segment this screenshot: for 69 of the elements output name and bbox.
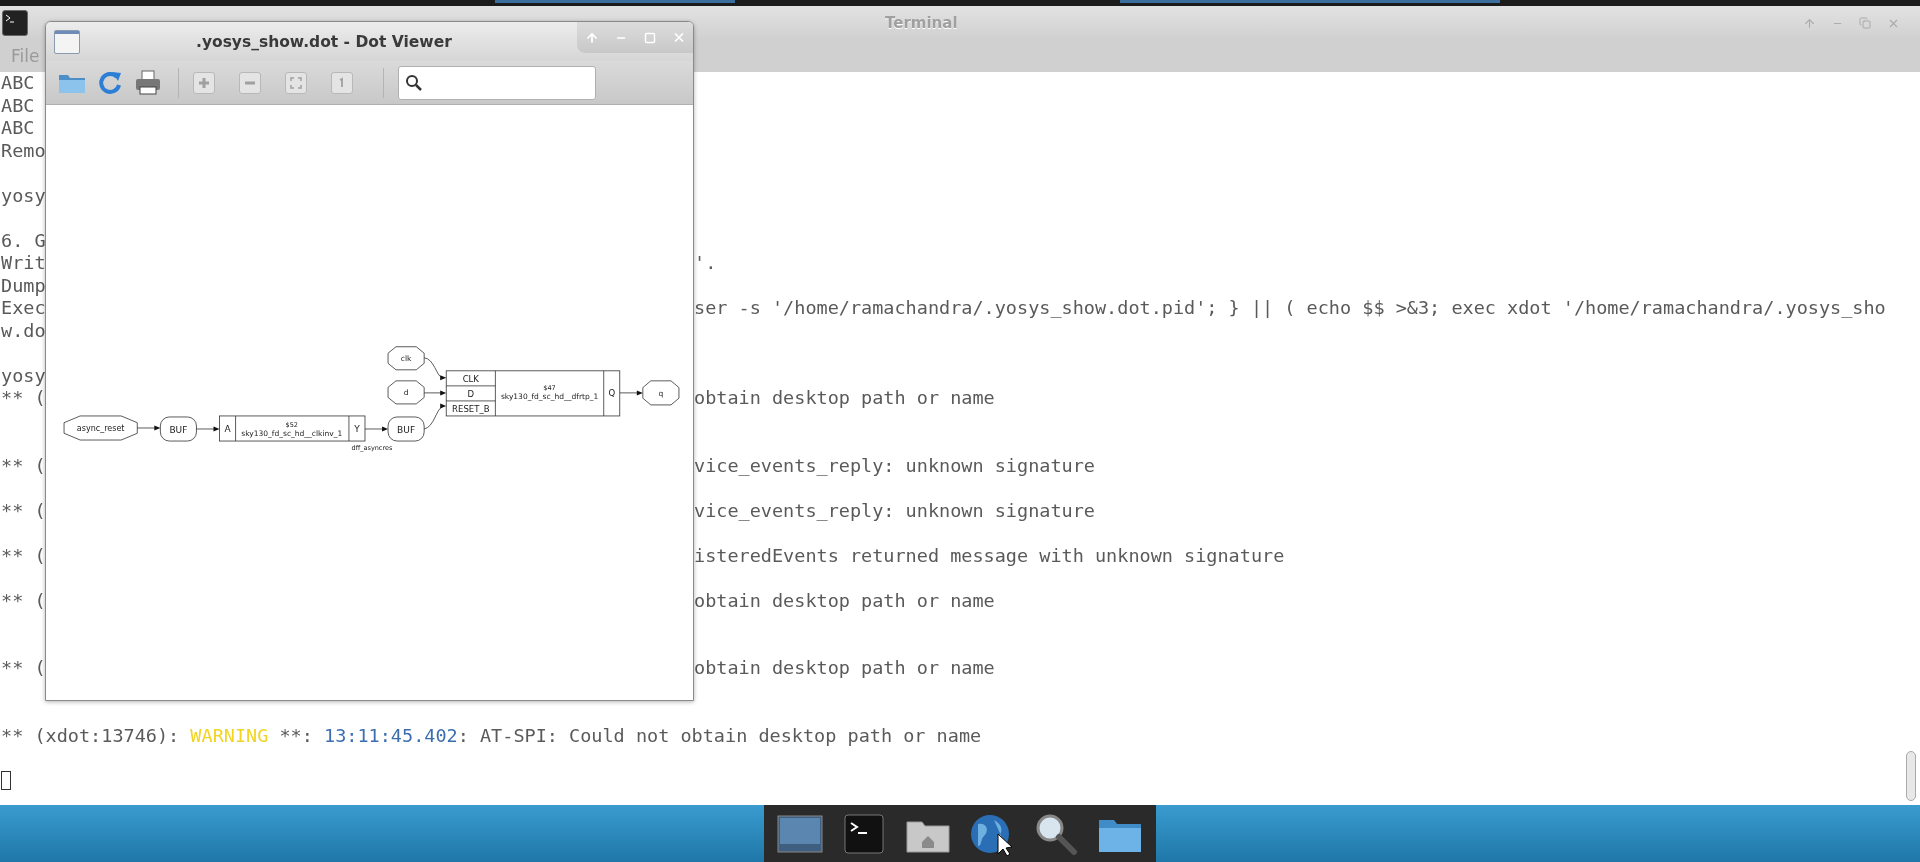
- terminal-line: isteredEvents returned message with unknown signature: [694, 544, 1285, 567]
- terminal-line: Remo: [1, 139, 46, 162]
- zoom-fit-button[interactable]: [285, 71, 307, 94]
- pin-label: CLK: [462, 374, 479, 384]
- terminal-line: Writ: [1, 252, 46, 275]
- connector-arrow: [423, 357, 447, 381]
- terminal-text: ** (xdot:13746):: [1, 724, 181, 746]
- window-icon[interactable]: [54, 29, 80, 54]
- pin-label: Q: [608, 388, 616, 399]
- terminal-line: ** (: [1, 387, 46, 410]
- buffer-label: BUF: [169, 424, 188, 435]
- zoom-actual-button[interactable]: [331, 71, 353, 94]
- terminal-line: '.: [694, 252, 717, 275]
- terminal-line: ** (: [1, 454, 46, 477]
- text-cursor: [1, 771, 11, 791]
- arrow-up-icon[interactable]: [1802, 16, 1816, 30]
- terminal-icon[interactable]: [2, 10, 28, 36]
- buffer-shape: [387, 416, 425, 442]
- terminal-text: 13:11:45.402: [324, 724, 458, 746]
- connector-arrow: [196, 426, 220, 432]
- terminal-line: ABC: [1, 117, 35, 140]
- buffer-label: BUF: [397, 424, 416, 435]
- terminal-line: yosy: [1, 184, 46, 207]
- terminal-line: vice_events_reply: unknown signature: [694, 499, 1095, 522]
- connector-arrow: [423, 403, 447, 430]
- window-title: Terminal: [885, 14, 958, 32]
- zoom-in-button[interactable]: [193, 71, 215, 94]
- terminal-text: : AT-SPI: Could not obtain desktop path or name: [457, 724, 982, 746]
- search-icon: [405, 73, 423, 92]
- terminal-line: Exec: [1, 297, 46, 320]
- terminal-line: ABC: [1, 72, 35, 95]
- buffer-shape: [159, 416, 197, 442]
- terminal-line: obtain desktop path or name: [694, 589, 995, 612]
- terminal-line: ** (: [1, 544, 46, 567]
- zoom-out-button[interactable]: [239, 71, 261, 94]
- pin-label: D: [467, 389, 475, 400]
- connector-arrow: [423, 390, 447, 396]
- terminal-line: ** (: [1, 589, 46, 612]
- pin-label: Y: [354, 424, 360, 435]
- terminal-line: Dump: [1, 274, 46, 297]
- connector-arrow: [364, 426, 389, 432]
- port-shape: [387, 380, 425, 405]
- maximize-icon[interactable]: [643, 31, 656, 44]
- plus-icon: [198, 76, 210, 89]
- window-title: .yosys_show.dot - Dot Viewer: [196, 32, 452, 51]
- terminal-line: ** (: [1, 499, 46, 522]
- port-shape: [642, 380, 680, 406]
- terminal-text: **:: [278, 724, 314, 746]
- corners-icon: [290, 76, 302, 89]
- terminal-line: obtain desktop path or name: [694, 387, 995, 410]
- terminal-line: ABC: [1, 94, 35, 117]
- print-icon[interactable]: [134, 68, 162, 97]
- connector-arrow: [136, 425, 161, 431]
- port-label: async_reset: [76, 424, 125, 434]
- scrollbar-thumb[interactable]: [1906, 751, 1916, 801]
- restore-icon[interactable]: [1859, 17, 1871, 29]
- terminal-line: vice_events_reply: unknown signature: [694, 454, 1095, 477]
- terminal-line: obtain desktop path or name: [694, 657, 995, 680]
- terminal-line: ser -s '/home/ramachandra/.yosys_show.dot.pid'; } || ( echo $$ >&3; exec xdot '/home/ramachandra/.yosys_sho: [694, 297, 1886, 320]
- terminal-line: yosy: [1, 364, 46, 387]
- pin-label: A: [224, 424, 231, 435]
- port-shape: [387, 346, 425, 371]
- terminal-line: ** (: [1, 657, 46, 680]
- connector-arrow: [619, 390, 643, 396]
- terminal-line: w.do: [1, 319, 46, 342]
- terminal-text: WARNING: [190, 724, 269, 746]
- pin-label: RESET_B: [452, 404, 490, 415]
- terminal-line: 6. G: [1, 229, 46, 252]
- search-field[interactable]: [398, 65, 596, 100]
